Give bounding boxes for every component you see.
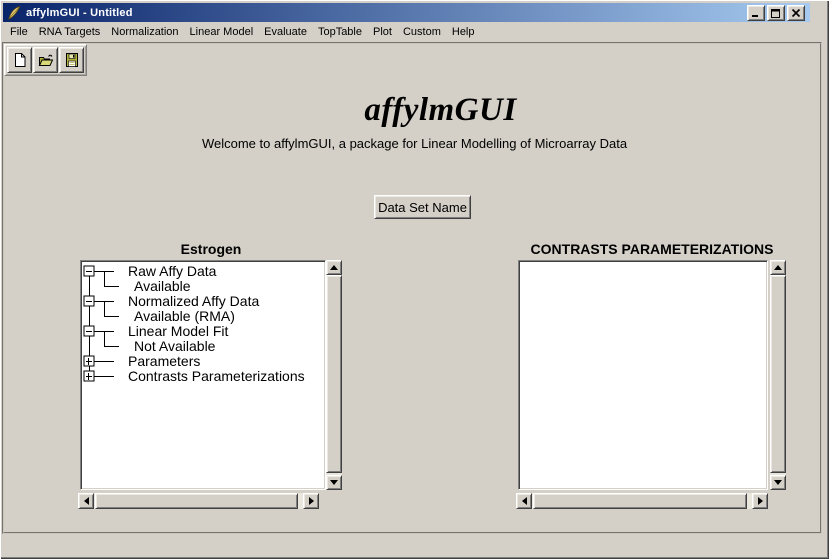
menu-item-linear-model[interactable]: Linear Model <box>190 26 254 38</box>
tree-item-linear-model-status[interactable]: Not Available <box>134 339 215 354</box>
scroll-right-icon <box>309 497 314 505</box>
minimize-button[interactable] <box>747 5 765 21</box>
minimize-icon <box>751 9 761 18</box>
tree-toggle-contrasts-parameterizations[interactable] <box>84 371 94 381</box>
menu-item-evaluate[interactable]: Evaluate <box>264 26 307 38</box>
window-controls <box>745 5 805 21</box>
menu-item-plot[interactable]: Plot <box>373 26 392 38</box>
tree-toggle-normalized-affy-data[interactable] <box>84 296 94 306</box>
tree-toggle-linear-model-fit[interactable] <box>84 326 94 336</box>
new-document-icon <box>12 52 28 68</box>
tree-toggle-raw-affy-data[interactable] <box>84 266 94 276</box>
tree-item-normalized-status[interactable]: Available (RMA) <box>134 309 235 324</box>
menu-item-help[interactable]: Help <box>452 26 475 38</box>
left-scroll-right-button[interactable] <box>303 493 319 509</box>
menu-bar: File RNA Targets Normalization Linear Mo… <box>3 22 829 42</box>
left-panel-heading: Estrogen <box>80 241 342 257</box>
right-hscroll-thumb[interactable] <box>533 493 747 509</box>
right-horizontal-scrollbar[interactable] <box>516 493 768 509</box>
right-scroll-left-button[interactable] <box>516 493 532 509</box>
menu-item-file[interactable]: File <box>10 26 28 38</box>
window-title: affylmGUI - Untitled <box>26 7 133 19</box>
scroll-down-icon <box>330 480 338 485</box>
save-file-button[interactable] <box>59 47 84 73</box>
tree-item-normalized-affy-data[interactable]: Normalized Affy Data <box>128 294 259 309</box>
welcome-text: Welcome to affylmGUI, a package for Line… <box>0 136 829 151</box>
left-scroll-down-button[interactable] <box>326 475 342 490</box>
close-icon <box>791 9 801 18</box>
data-set-name-button[interactable]: Data Set Name <box>374 195 471 219</box>
right-scroll-up-button[interactable] <box>770 260 786 275</box>
left-horizontal-scrollbar[interactable] <box>78 493 319 509</box>
contrasts-listbox[interactable] <box>518 260 768 490</box>
open-folder-icon <box>38 52 54 68</box>
right-scroll-right-button[interactable] <box>752 493 768 509</box>
app-window: affylmGUI - Untitled File RNA Ta <box>0 0 829 559</box>
tree-item-linear-model-fit[interactable]: Linear Model Fit <box>128 324 228 339</box>
maximize-icon <box>771 9 781 18</box>
tree-item-raw-affy-data[interactable]: Raw Affy Data <box>128 264 216 279</box>
left-vscroll-thumb[interactable] <box>326 275 342 473</box>
left-scroll-up-button[interactable] <box>326 260 342 275</box>
close-button[interactable] <box>787 5 805 21</box>
maximize-button[interactable] <box>767 5 785 21</box>
right-panel-heading: CONTRASTS PARAMETERIZATIONS <box>518 241 786 257</box>
menu-item-custom[interactable]: Custom <box>403 26 441 38</box>
menu-item-normalization[interactable]: Normalization <box>111 26 178 38</box>
toolbar <box>4 44 87 76</box>
right-vertical-scrollbar[interactable] <box>770 260 786 490</box>
scroll-right-icon <box>758 497 763 505</box>
left-vertical-scrollbar[interactable] <box>326 260 342 490</box>
tree-item-contrasts-parameterizations[interactable]: Contrasts Parameterizations <box>128 369 305 384</box>
tree-toggle-parameters[interactable] <box>84 356 94 366</box>
page-title: affylmGUI <box>0 92 829 129</box>
left-hscroll-thumb[interactable] <box>95 493 298 509</box>
scroll-up-icon <box>774 265 782 270</box>
left-scroll-left-button[interactable] <box>78 493 94 509</box>
right-scroll-down-button[interactable] <box>770 475 786 490</box>
open-file-button[interactable] <box>33 47 58 73</box>
scroll-down-icon <box>774 480 782 485</box>
save-disk-icon <box>64 52 80 68</box>
tree-item-raw-affy-status[interactable]: Available <box>134 279 191 294</box>
scroll-left-icon <box>522 497 527 505</box>
menu-item-rna-targets[interactable]: RNA Targets <box>39 26 101 38</box>
right-vscroll-thumb[interactable] <box>770 275 786 473</box>
titlebar[interactable]: affylmGUI - Untitled <box>3 3 810 22</box>
estrogen-tree-listbox[interactable]: Raw Affy Data Available Normalized Affy … <box>80 260 326 490</box>
feather-icon <box>6 5 22 21</box>
estrogen-tree: Raw Affy Data Available Normalized Affy … <box>83 263 323 487</box>
scroll-up-icon <box>330 265 338 270</box>
contrasts-list <box>521 263 765 487</box>
new-file-button[interactable] <box>7 47 32 73</box>
tree-item-parameters[interactable]: Parameters <box>128 354 200 369</box>
scroll-left-icon <box>84 497 89 505</box>
menu-item-toptable[interactable]: TopTable <box>318 26 362 38</box>
